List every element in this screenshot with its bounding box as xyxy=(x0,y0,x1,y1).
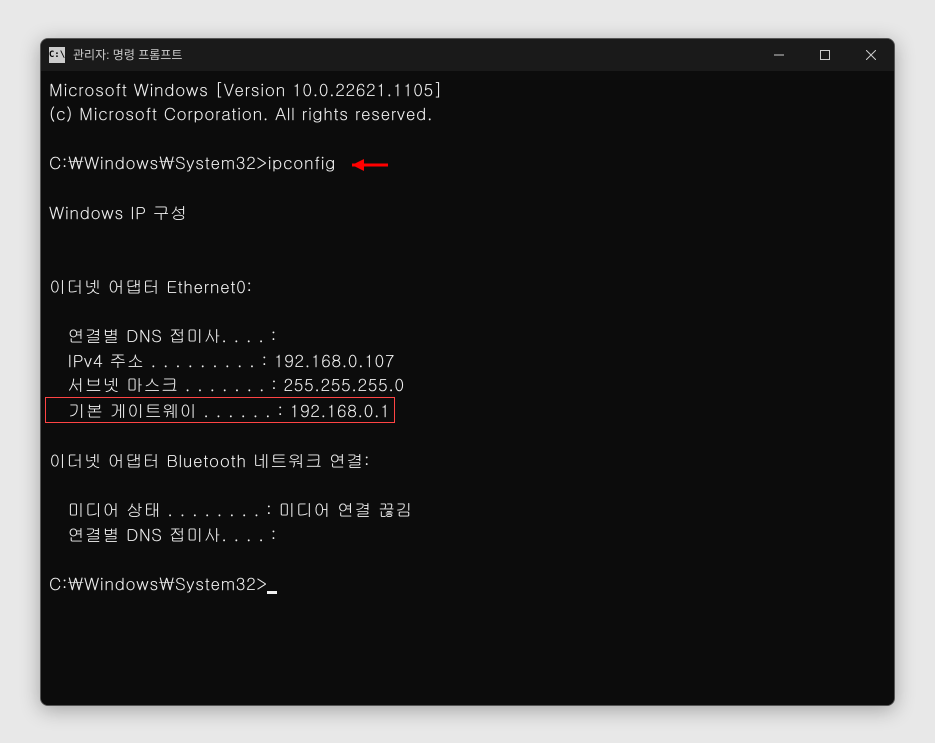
subnet-line: 서브넷 마스크 . . . . . . . : 255.255.255.0 xyxy=(49,372,886,397)
blank-line xyxy=(49,473,886,498)
ip-config-header: Windows IP 구성 xyxy=(49,200,886,225)
gateway-line-wrapper: 기본 게이트웨이 . . . . . . : 192.168.0.1 xyxy=(49,397,886,424)
adapter-title: 이더넷 어댑터 Ethernet0: xyxy=(49,274,886,299)
window-controls xyxy=(756,39,894,71)
blank-line xyxy=(49,547,886,572)
copyright-line: (c) Microsoft Corporation. All rights re… xyxy=(49,101,886,126)
adapter-title: 이더넷 어댑터 Bluetooth 네트워크 연결: xyxy=(49,448,886,473)
command-text: ipconfig xyxy=(267,150,335,174)
titlebar[interactable]: C:\ 관리자: 명령 프롬프트 xyxy=(41,39,894,71)
blank-line xyxy=(49,224,886,249)
gateway-line: 기본 게이트웨이 . . . . . . : 192.168.0.1 xyxy=(50,398,390,422)
blank-line xyxy=(49,126,886,151)
maximize-icon xyxy=(820,50,830,60)
prompt-text: C:\Windows\System32> xyxy=(49,150,267,174)
blank-line xyxy=(49,249,886,274)
media-state-line: 미디어 상태 . . . . . . . . : 미디어 연결 끊김 xyxy=(49,497,886,522)
minimize-icon xyxy=(774,50,784,60)
maximize-button[interactable] xyxy=(802,39,848,71)
close-button[interactable] xyxy=(848,39,894,71)
gateway-highlight: 기본 게이트웨이 . . . . . . : 192.168.0.1 xyxy=(45,397,395,424)
terminal-window: C:\ 관리자: 명령 프롬프트 Microsoft Windows [Vers… xyxy=(40,38,895,706)
version-line: Microsoft Windows [Version 10.0.22621.11… xyxy=(49,77,886,102)
app-icon: C:\ xyxy=(49,47,65,63)
minimize-button[interactable] xyxy=(756,39,802,71)
command-line: C:\Windows\System32>ipconfig xyxy=(49,150,886,175)
dns-suffix-line: 연결별 DNS 접미사. . . . : xyxy=(49,522,886,547)
close-icon xyxy=(866,50,876,60)
arrow-left-icon xyxy=(350,156,394,174)
arrow-annotation xyxy=(350,156,394,174)
blank-line xyxy=(49,423,886,448)
window-title: 관리자: 명령 프롬프트 xyxy=(73,46,756,63)
terminal-output[interactable]: Microsoft Windows [Version 10.0.22621.11… xyxy=(41,71,894,705)
prompt-text: C:\Windows\System32> xyxy=(49,571,267,595)
blank-line xyxy=(49,175,886,200)
prompt-line: C:\Windows\System32> xyxy=(49,571,886,596)
ipv4-line: IPv4 주소 . . . . . . . . . : 192.168.0.10… xyxy=(49,348,886,373)
cursor xyxy=(267,591,277,594)
dns-suffix-line: 연결별 DNS 접미사. . . . : xyxy=(49,323,886,348)
blank-line xyxy=(49,298,886,323)
